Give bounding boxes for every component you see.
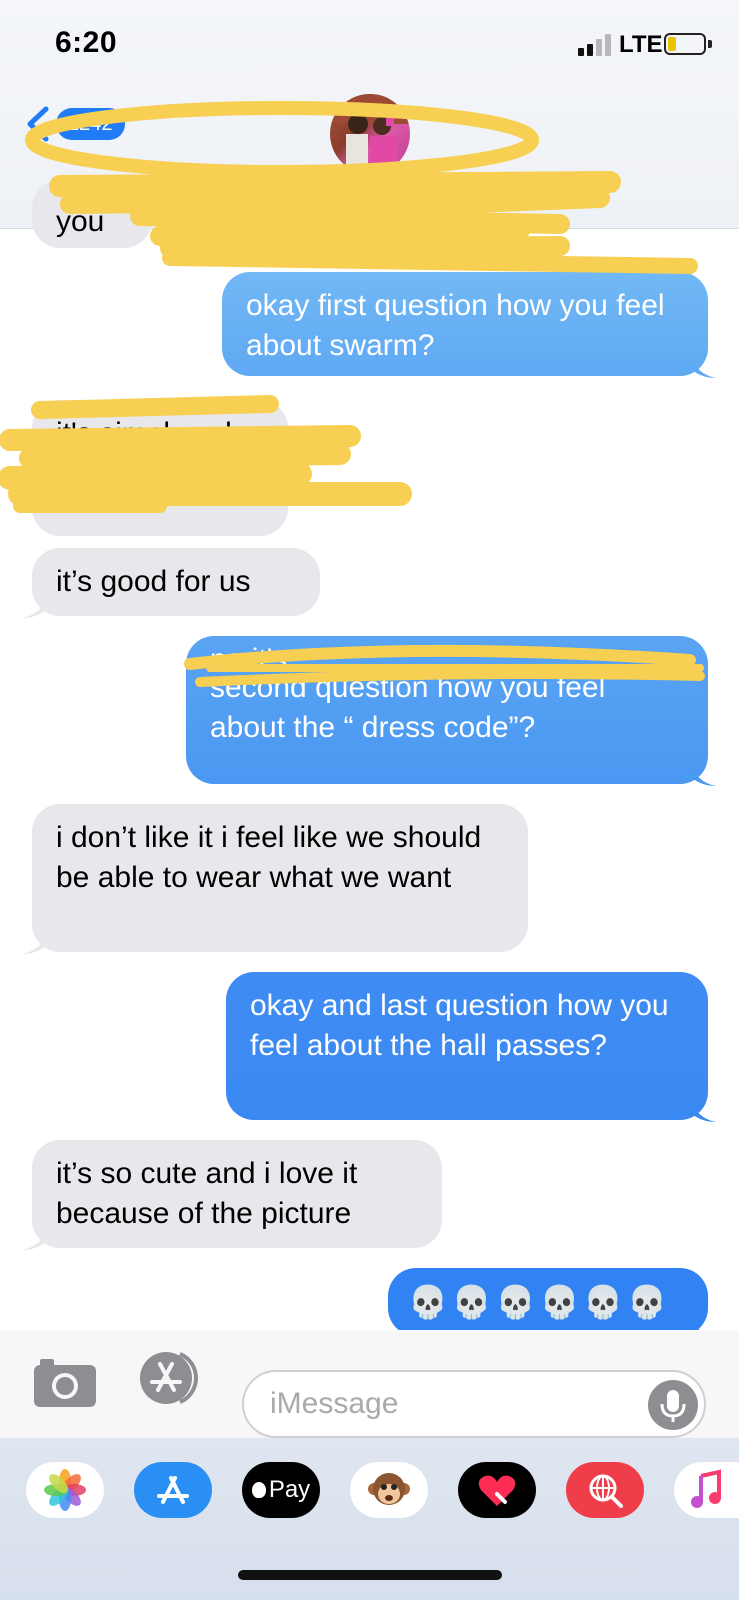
apple-logo-icon bbox=[251, 1482, 266, 1498]
app-store-icon bbox=[157, 1476, 189, 1504]
contact-avatar[interactable] bbox=[330, 94, 410, 174]
bubble-tail bbox=[692, 764, 716, 786]
photos-icon bbox=[44, 1469, 86, 1511]
message-text: okay and last question how you feel abou… bbox=[250, 989, 669, 1062]
message-text: 💀💀💀💀💀💀 bbox=[408, 1284, 672, 1320]
web-images-button[interactable] bbox=[566, 1462, 644, 1518]
music-note-icon bbox=[690, 1469, 721, 1508]
bubble-tail bbox=[692, 356, 716, 378]
battery-icon bbox=[664, 33, 706, 55]
message-bubble-incoming[interactable]: it's simply asl bbox=[32, 400, 288, 536]
signal-strength-icon bbox=[578, 34, 611, 56]
message-bubble-outgoing[interactable]: okay and last question how you feel abou… bbox=[226, 972, 708, 1120]
message-bubble-incoming[interactable]: i don’t like it i feel like we should be… bbox=[32, 804, 528, 952]
avatar-photo bbox=[330, 94, 410, 174]
message-text: it's simply asl bbox=[56, 417, 232, 450]
message-bubble-incoming[interactable]: you bbox=[32, 180, 152, 248]
apple-pay-label: Pay bbox=[268, 1476, 311, 1503]
globe-search-icon bbox=[589, 1474, 623, 1508]
home-indicator[interactable] bbox=[238, 1570, 502, 1580]
app-store-app-button[interactable] bbox=[134, 1462, 212, 1518]
back-button[interactable]: 1242 bbox=[24, 104, 134, 144]
message-text: it’s so cute and i love it because of th… bbox=[56, 1157, 358, 1230]
monkey-icon bbox=[368, 1473, 410, 1505]
message-text: second question how you feel about the “… bbox=[210, 671, 606, 744]
message-text: you bbox=[56, 205, 105, 238]
message-bubble-outgoing[interactable]: okay first question how you feel about s… bbox=[222, 272, 708, 376]
bubble-tail bbox=[22, 596, 46, 618]
message-text-redacted: no it's... bbox=[210, 643, 313, 668]
bubble-tail bbox=[22, 1228, 46, 1250]
heart-icon bbox=[478, 1475, 516, 1506]
digital-touch-button[interactable] bbox=[458, 1462, 536, 1518]
bubble-tail bbox=[22, 932, 46, 954]
battery-cap bbox=[708, 40, 712, 48]
microphone-button[interactable] bbox=[648, 1380, 698, 1430]
message-text: okay first question how you feel about s… bbox=[246, 289, 665, 362]
camera-icon[interactable] bbox=[32, 1355, 98, 1409]
app-store-icon[interactable] bbox=[138, 1350, 204, 1406]
message-bubble-incoming[interactable]: it’s so cute and i love it because of th… bbox=[32, 1140, 442, 1248]
bubble-tail bbox=[692, 1100, 716, 1122]
unread-count-badge: 1242 bbox=[56, 108, 125, 140]
message-text: it’s good for us bbox=[56, 565, 251, 598]
message-text: i don’t like it i feel like we should be… bbox=[56, 821, 482, 894]
apple-pay-button[interactable]: Pay bbox=[242, 1462, 320, 1518]
chevron-left-icon bbox=[27, 106, 49, 142]
microphone-icon bbox=[660, 1390, 686, 1422]
message-bubble-outgoing[interactable]: 💀💀💀💀💀💀 bbox=[388, 1268, 708, 1336]
message-bubble-incoming[interactable]: it’s good for us bbox=[32, 548, 320, 616]
music-app-button[interactable] bbox=[674, 1462, 739, 1518]
message-input[interactable]: iMessage bbox=[242, 1370, 706, 1438]
network-type: LTE bbox=[619, 31, 663, 58]
status-time: 6:20 bbox=[55, 26, 118, 59]
photos-app-button[interactable] bbox=[26, 1462, 104, 1518]
message-bubble-outgoing[interactable]: no it's... second question how you feel … bbox=[186, 636, 708, 784]
animoji-button[interactable] bbox=[350, 1462, 428, 1518]
